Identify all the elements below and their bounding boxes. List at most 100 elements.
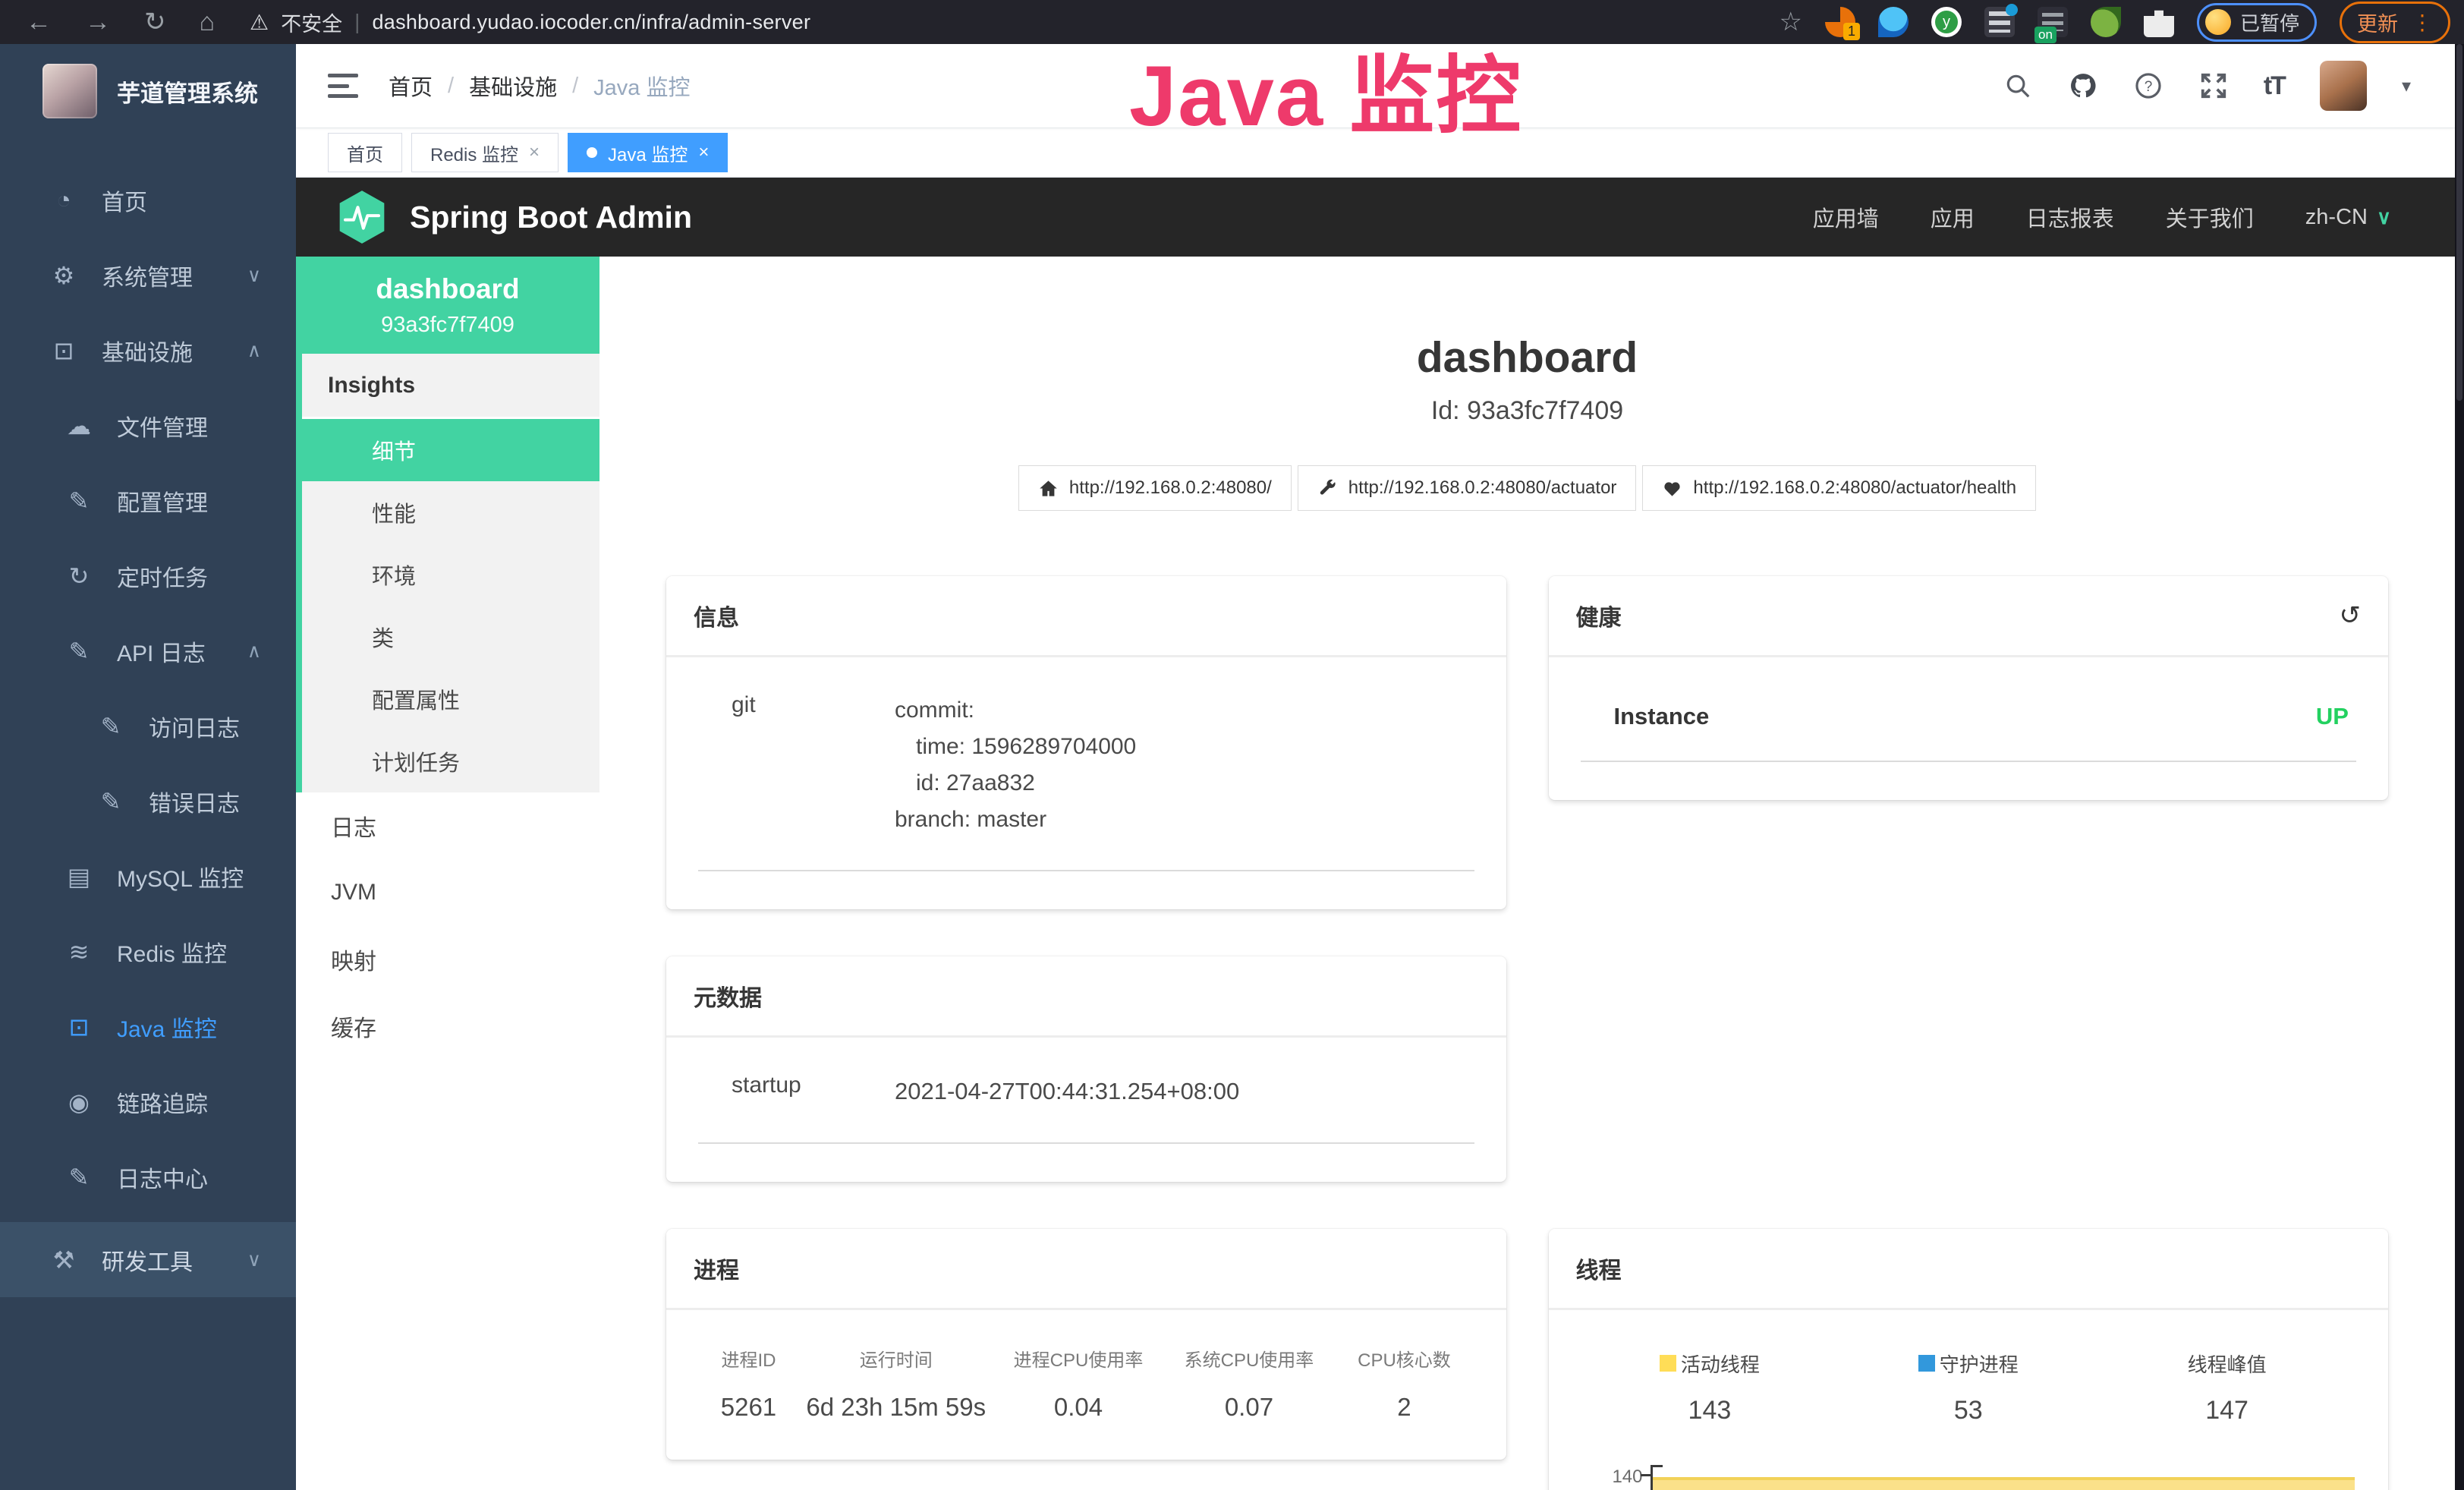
back-icon[interactable]: ← [26, 8, 52, 37]
sba-item-config-props[interactable]: 配置属性 [302, 668, 599, 730]
tab-java-monitor[interactable]: Java 监控 × [568, 133, 728, 172]
layers-icon: ≋ [61, 937, 97, 966]
health-card: 健康 ↺ Instance UP [1549, 576, 2389, 800]
sidebar-item-error-logs[interactable]: ✎ 错误日志 [0, 764, 296, 839]
info-card-title: 信息 [666, 576, 1506, 657]
actuator-url-link[interactable]: http://192.168.0.2:48080/actuator [1298, 465, 1637, 511]
actuator-url-text: http://192.168.0.2:48080/actuator [1348, 477, 1617, 499]
eye-icon: ◉ [61, 1088, 97, 1117]
profile-paused-chip[interactable]: 已暂停 [2197, 3, 2317, 42]
instance-health-row[interactable]: Instance UP [1581, 692, 2357, 762]
sba-nav-wallboard[interactable]: 应用墙 [1813, 201, 1879, 233]
sba-item-caches[interactable]: 缓存 [296, 993, 599, 1060]
extension-icon-pin[interactable] [1878, 7, 1909, 37]
service-url-link[interactable]: http://192.168.0.2:48080/ [1018, 465, 1292, 511]
sba-item-logs[interactable]: 日志 [296, 792, 599, 859]
col-header-process-cpu: 进程CPU使用率 [993, 1345, 1164, 1372]
instance-header[interactable]: dashboard 93a3fc7f7409 [296, 257, 599, 354]
sba-item-metrics[interactable]: 性能 [302, 481, 599, 543]
url-text: dashboard.yudao.iocoder.cn/infra/admin-s… [372, 11, 810, 34]
close-icon[interactable]: × [698, 142, 709, 163]
breadcrumb-home[interactable]: 首页 [389, 70, 433, 102]
sidebar-item-file-mgmt[interactable]: ☁ 文件管理 [0, 388, 296, 463]
sba-locale-select[interactable]: zh-CN ∨ [2305, 205, 2391, 230]
close-icon[interactable]: × [529, 142, 540, 163]
sidebar-item-label: 错误日志 [149, 785, 240, 818]
sidebar-item-infrastructure[interactable]: ⊡ 基础设施 ∧ [0, 313, 296, 388]
sidebar-item-log-center[interactable]: ✎ 日志中心 [0, 1139, 296, 1214]
breadcrumb-infrastructure[interactable]: 基础设施 [469, 70, 557, 102]
bookmark-star-icon[interactable]: ☆ [1780, 7, 1802, 37]
home-icon[interactable]: ⌂ [200, 8, 216, 37]
extension-icon-on[interactable]: on [2038, 7, 2068, 37]
tab-redis-monitor[interactable]: Redis 监控 × [411, 133, 559, 172]
sidebar-item-access-logs[interactable]: ✎ 访问日志 [0, 688, 296, 764]
uptime-value: 6d 23h 15m 59s [799, 1393, 993, 1422]
threads-card-body: 活动线程 143 守护进程 53 线程峰值 147 [1549, 1310, 2389, 1490]
legend-daemon-threads: 守护进程 53 [1839, 1350, 2097, 1425]
sba-nav-journal[interactable]: 日志报表 [2026, 201, 2114, 233]
cloud-upload-icon: ☁ [61, 411, 97, 440]
sba-item-classes[interactable]: 类 [302, 606, 599, 668]
user-avatar[interactable] [2320, 61, 2367, 111]
collapse-sidebar-icon[interactable] [328, 74, 358, 98]
sba-nav-about[interactable]: 关于我们 [2166, 201, 2254, 233]
process-card-body: 进程ID 运行时间 进程CPU使用率 系统CPU使用率 CPU核心数 5261 … [666, 1310, 1506, 1460]
health-url-text: http://192.168.0.2:48080/actuator/health [1693, 477, 2016, 499]
process-table: 进程ID 运行时间 进程CPU使用率 系统CPU使用率 CPU核心数 5261 … [698, 1345, 1474, 1422]
history-icon[interactable]: ↺ [2340, 600, 2362, 631]
health-url-link[interactable]: http://192.168.0.2:48080/actuator/health [1642, 465, 2036, 511]
extension-icon-grid[interactable] [1984, 7, 2015, 37]
sidebar-item-java-monitor[interactable]: ⊡ Java 监控 [0, 989, 296, 1064]
reload-icon[interactable]: ↻ [144, 7, 166, 37]
extension-icon-orange[interactable] [1825, 7, 1855, 37]
sidebar-item-system-mgmt[interactable]: ⚙ 系统管理 ∨ [0, 238, 296, 313]
sidebar-item-tracing[interactable]: ◉ 链路追踪 [0, 1064, 296, 1139]
metadata-card: 元数据 startup 2021-04-27T00:44:31.254+08:0… [666, 956, 1506, 1182]
browser-menu-icon[interactable]: ⋮ [2412, 10, 2433, 35]
sidebar-item-home[interactable]: ◔ 首页 [0, 162, 296, 238]
sidebar-item-api-logs[interactable]: ✎ API 日志 ∧ [0, 613, 296, 688]
sba-item-jvm[interactable]: JVM [296, 859, 599, 926]
font-size-icon[interactable]: tT [2264, 71, 2285, 101]
service-url-text: http://192.168.0.2:48080/ [1069, 477, 1272, 499]
sidebar-item-label: 链路追踪 [117, 1085, 208, 1119]
forward-icon[interactable]: → [85, 8, 111, 37]
sba-item-details[interactable]: 细节 [302, 419, 599, 481]
sidebar-item-dev-tools[interactable]: ⚒ 研发工具 ∨ [0, 1222, 296, 1297]
chevron-down-icon: ∨ [247, 264, 261, 287]
sba-item-mappings[interactable]: 映射 [296, 926, 599, 993]
insights-section: Insights 细节 性能 环境 类 配置属性 计划任务 [296, 354, 599, 792]
search-icon[interactable] [2003, 71, 2033, 101]
info-card: 信息 git commit: time: 1596289704000 id: 2… [666, 576, 1506, 909]
scrollbar-thumb[interactable] [2456, 44, 2462, 401]
fullscreen-icon[interactable] [2198, 71, 2229, 101]
extension-icon-y[interactable]: y [1931, 7, 1962, 37]
sidebar-item-redis-monitor[interactable]: ≋ Redis 监控 [0, 914, 296, 989]
sba-item-scheduled-tasks[interactable]: 计划任务 [302, 730, 599, 792]
update-label: 更新 [2357, 8, 2398, 37]
sba-item-environment[interactable]: 环境 [302, 543, 599, 606]
page-scrollbar[interactable] [2455, 44, 2464, 1490]
sidebar-item-mysql-monitor[interactable]: ▤ MySQL 监控 [0, 839, 296, 914]
help-icon[interactable]: ? [2133, 71, 2163, 101]
tab-home[interactable]: 首页 [328, 133, 402, 172]
monitor-icon: ⊡ [46, 336, 82, 365]
extension-puzzle-icon[interactable] [2144, 7, 2174, 37]
app-logo-block[interactable]: 芋道管理系统 [0, 44, 296, 137]
sba-brand-title[interactable]: Spring Boot Admin [410, 200, 692, 235]
sidebar-item-config-mgmt[interactable]: ✎ 配置管理 [0, 463, 296, 538]
legend-swatch-yellow [1660, 1355, 1676, 1372]
address-bar[interactable]: ⚠ 不安全 | dashboard.yudao.iocoder.cn/infra… [250, 8, 810, 37]
github-icon[interactable] [2068, 71, 2098, 101]
sba-nav-applications[interactable]: 应用 [1931, 201, 1975, 233]
sidebar-item-label: MySQL 监控 [117, 860, 244, 893]
sidebar-item-label: 系统管理 [102, 259, 193, 292]
url-divider: | [354, 10, 360, 34]
sidebar-item-scheduled-jobs[interactable]: ↻ 定时任务 [0, 538, 296, 613]
card-title-text: 进程 [694, 1252, 739, 1285]
sidebar-item-label: Redis 监控 [117, 935, 227, 969]
user-menu-caret-icon[interactable]: ▾ [2402, 75, 2411, 97]
browser-update-button[interactable]: 更新 ⋮ [2340, 2, 2450, 43]
extension-icon-leaf[interactable] [2091, 7, 2121, 37]
